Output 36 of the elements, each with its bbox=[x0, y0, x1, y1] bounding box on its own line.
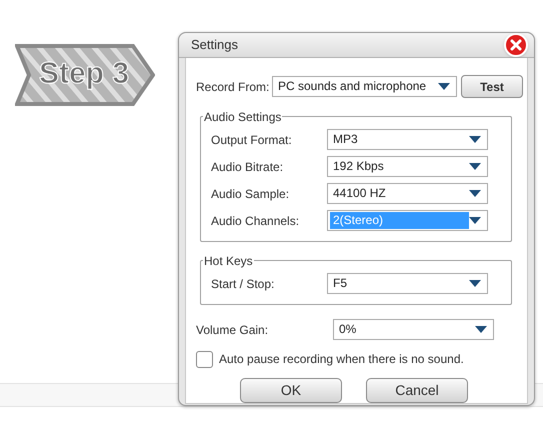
dropdown-value: 44100 HZ bbox=[332, 185, 387, 202]
dropdown-caret-icon bbox=[469, 136, 481, 143]
field-label: Audio Sample: bbox=[210, 186, 290, 202]
dropdown-value: 0% bbox=[338, 321, 358, 338]
dialog-button[interactable]: OK bbox=[240, 378, 342, 403]
dropdown-caret-icon bbox=[438, 83, 450, 90]
dropdown-value: 2(Stereo) bbox=[330, 212, 469, 229]
field-label: Audio Channels: bbox=[210, 212, 300, 230]
close-button[interactable] bbox=[504, 33, 528, 57]
field-label: Start / Stop: bbox=[210, 276, 276, 292]
dropdown-caret-icon bbox=[469, 280, 481, 287]
field-label: Output Format: bbox=[210, 132, 293, 148]
dropdown-value: 192 Kbps bbox=[332, 158, 385, 175]
dropdown[interactable]: 0% bbox=[333, 319, 494, 340]
dropdown[interactable]: 192 Kbps bbox=[327, 156, 488, 177]
dropdown-value: F5 bbox=[332, 275, 348, 292]
dropdown[interactable]: F5 bbox=[327, 273, 488, 294]
dropdown-value: MP3 bbox=[332, 131, 359, 148]
dialog-button[interactable]: Cancel bbox=[366, 378, 468, 403]
dropdown[interactable]: MP3 bbox=[327, 129, 488, 150]
step-label: Step 3 bbox=[39, 56, 130, 92]
dropdown-value: PC sounds and microphone bbox=[277, 78, 428, 95]
dropdown-caret-icon bbox=[475, 326, 487, 333]
close-icon bbox=[510, 39, 522, 51]
checkbox-label: Auto pause recording when there is no sound. bbox=[219, 351, 464, 368]
field-label: Record From: bbox=[196, 78, 270, 96]
dropdown[interactable]: PC sounds and microphone bbox=[272, 76, 457, 97]
test-button[interactable]: Test bbox=[461, 75, 523, 98]
dropdown-caret-icon bbox=[469, 163, 481, 170]
dropdown[interactable]: 44100 HZ bbox=[327, 183, 488, 204]
checkbox[interactable] bbox=[196, 350, 213, 368]
window-title: Settings bbox=[191, 36, 238, 54]
dropdown-caret-icon bbox=[469, 190, 481, 197]
dropdown-caret-icon bbox=[469, 217, 481, 224]
field-label: Volume Gain: bbox=[196, 322, 270, 338]
field-label: Audio Bitrate: bbox=[210, 158, 284, 176]
